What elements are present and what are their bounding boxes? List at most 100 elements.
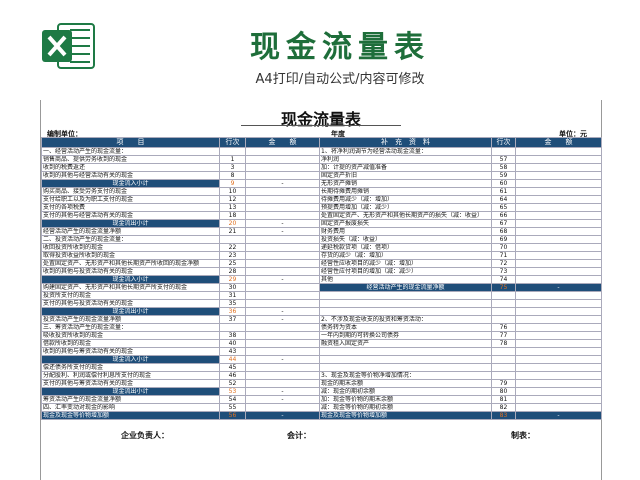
line-cell[interactable]: 10 (219, 187, 246, 196)
line-cell[interactable] (219, 147, 246, 156)
supp-line-cell[interactable]: 59 (491, 171, 516, 180)
item-cell[interactable]: 吸收投资所收到的现金 (41, 331, 220, 340)
supp-line-cell[interactable]: 57 (491, 155, 516, 164)
supp-item-cell[interactable] (319, 363, 492, 372)
supp-amount-cell[interactable] (515, 155, 602, 164)
line-cell[interactable] (219, 323, 246, 332)
item-cell[interactable]: 现金流出小计 (41, 219, 220, 228)
supp-amount-cell[interactable] (515, 315, 602, 324)
line-cell[interactable]: 44 (219, 355, 246, 364)
supp-line-cell[interactable] (491, 307, 516, 316)
line-cell[interactable]: 28 (219, 267, 246, 276)
amount-cell[interactable] (245, 171, 320, 180)
line-cell[interactable]: 21 (219, 227, 246, 236)
supp-item-cell[interactable]: 处置固定资产、无形资产和其他长期资产的损失（减：收益） (319, 211, 492, 220)
supp-line-cell[interactable]: 65 (491, 203, 516, 212)
supp-amount-cell[interactable] (515, 331, 602, 340)
item-cell[interactable]: 支付给职工以及为职工支付的现金 (41, 195, 220, 204)
supp-amount-cell[interactable] (515, 163, 602, 172)
supp-line-cell[interactable] (491, 355, 516, 364)
supp-line-cell[interactable]: 81 (491, 395, 516, 404)
line-cell[interactable]: 29 (219, 275, 246, 284)
line-cell[interactable]: 36 (219, 307, 246, 316)
amount-cell[interactable] (245, 339, 320, 348)
supp-line-cell[interactable]: 70 (491, 243, 516, 252)
line-cell[interactable]: 30 (219, 283, 246, 292)
amount-cell[interactable] (245, 291, 320, 300)
amount-cell[interactable] (245, 259, 320, 268)
supp-item-cell[interactable]: 存货的减少（减：增加） (319, 251, 492, 260)
supp-item-cell[interactable]: 固定资产折旧 (319, 171, 492, 180)
item-cell[interactable]: 现金流入小计 (41, 355, 220, 364)
supp-item-cell[interactable]: 经营性应付项目的增加（减：减少） (319, 267, 492, 276)
supp-line-cell[interactable]: 82 (491, 403, 516, 412)
item-cell[interactable]: 支付的其他与投资活动有关的现金 (41, 299, 220, 308)
amount-cell[interactable] (245, 403, 320, 412)
amount-cell[interactable] (245, 363, 320, 372)
amount-cell[interactable] (245, 267, 320, 276)
supp-item-cell[interactable]: 加：现金等价物的期末余额 (319, 395, 492, 404)
amount-cell[interactable] (245, 331, 320, 340)
line-cell[interactable]: 25 (219, 259, 246, 268)
supp-item-cell[interactable] (319, 307, 492, 316)
item-cell[interactable]: 二、投资活动产生的现金流量： (41, 235, 220, 244)
supp-line-cell[interactable]: 80 (491, 387, 516, 396)
item-cell[interactable]: 现金流出小计 (41, 387, 220, 396)
supp-amount-cell[interactable] (515, 403, 602, 412)
line-cell[interactable]: 35 (219, 299, 246, 308)
item-cell[interactable]: 投资活动产生的现金流量净额 (41, 315, 220, 324)
amount-cell[interactable] (245, 243, 320, 252)
line-cell[interactable]: 13 (219, 203, 246, 212)
supp-amount-cell[interactable] (515, 371, 602, 380)
supp-amount-cell[interactable] (515, 267, 602, 276)
amount-cell[interactable]: - (245, 355, 320, 364)
supp-amount-cell[interactable] (515, 187, 602, 196)
amount-cell[interactable] (245, 371, 320, 380)
supp-item-cell[interactable]: 预提费用增加（减：减少） (319, 203, 492, 212)
amount-cell[interactable] (245, 203, 320, 212)
supp-item-cell[interactable]: 经营活动产生的现金流量净额 (319, 283, 492, 292)
line-cell[interactable]: 52 (219, 379, 246, 388)
supp-item-cell[interactable]: 长期待摊费用摊销 (319, 187, 492, 196)
supp-line-cell[interactable]: 61 (491, 187, 516, 196)
supp-line-cell[interactable]: 74 (491, 275, 516, 284)
supp-amount-cell[interactable] (515, 219, 602, 228)
supp-line-cell[interactable]: 60 (491, 179, 516, 188)
supp-line-cell[interactable] (491, 299, 516, 308)
supp-item-cell[interactable]: 现金的期末余额 (319, 379, 492, 388)
supp-item-cell[interactable]: 3、现金及现金等价物净增加情况： (319, 371, 492, 380)
item-cell[interactable]: 筹资活动产生的现金流量净额 (41, 395, 220, 404)
supp-line-cell[interactable]: 78 (491, 339, 516, 348)
supp-line-cell[interactable] (491, 147, 516, 156)
item-cell[interactable]: 购建固定资产、无形资产和其他长期资产所支付的现金 (41, 283, 220, 292)
supp-item-cell[interactable]: 财务费用 (319, 227, 492, 236)
total-line-cell[interactable]: 56 (219, 411, 246, 420)
line-cell[interactable] (219, 235, 246, 244)
supp-line-cell[interactable] (491, 363, 516, 372)
supp-line-cell[interactable]: 71 (491, 251, 516, 260)
item-cell[interactable]: 三、筹资活动产生的现金流量： (41, 323, 220, 332)
amount-cell[interactable] (245, 155, 320, 164)
item-cell[interactable]: 分配股利、利润或偿付利息所支付的现金 (41, 371, 220, 380)
amount-cell[interactable] (245, 283, 320, 292)
supp-amount-cell[interactable]: - (515, 283, 602, 292)
supp-amount-cell[interactable] (515, 243, 602, 252)
amount-cell[interactable] (245, 251, 320, 260)
supp-line-cell[interactable]: 68 (491, 227, 516, 236)
supp-item-cell[interactable] (319, 355, 492, 364)
item-cell[interactable]: 借款所收到的现金 (41, 339, 220, 348)
supp-amount-cell[interactable] (515, 227, 602, 236)
supp-item-cell[interactable]: 减：现金的期初余额 (319, 387, 492, 396)
supp-line-cell[interactable] (491, 347, 516, 356)
amount-cell[interactable] (245, 347, 320, 356)
supp-amount-cell[interactable] (515, 347, 602, 356)
item-cell[interactable]: 处置固定资产、无形资产和其他长期资产所收回的现金净额 (41, 259, 220, 268)
amount-cell[interactable] (245, 235, 320, 244)
supp-amount-cell[interactable] (515, 291, 602, 300)
supp-amount-cell[interactable] (515, 355, 602, 364)
amount-cell[interactable] (245, 147, 320, 156)
line-cell[interactable]: 8 (219, 171, 246, 180)
line-cell[interactable]: 1 (219, 155, 246, 164)
supp-line-cell[interactable]: 64 (491, 195, 516, 204)
amount-cell[interactable]: - (245, 307, 320, 316)
